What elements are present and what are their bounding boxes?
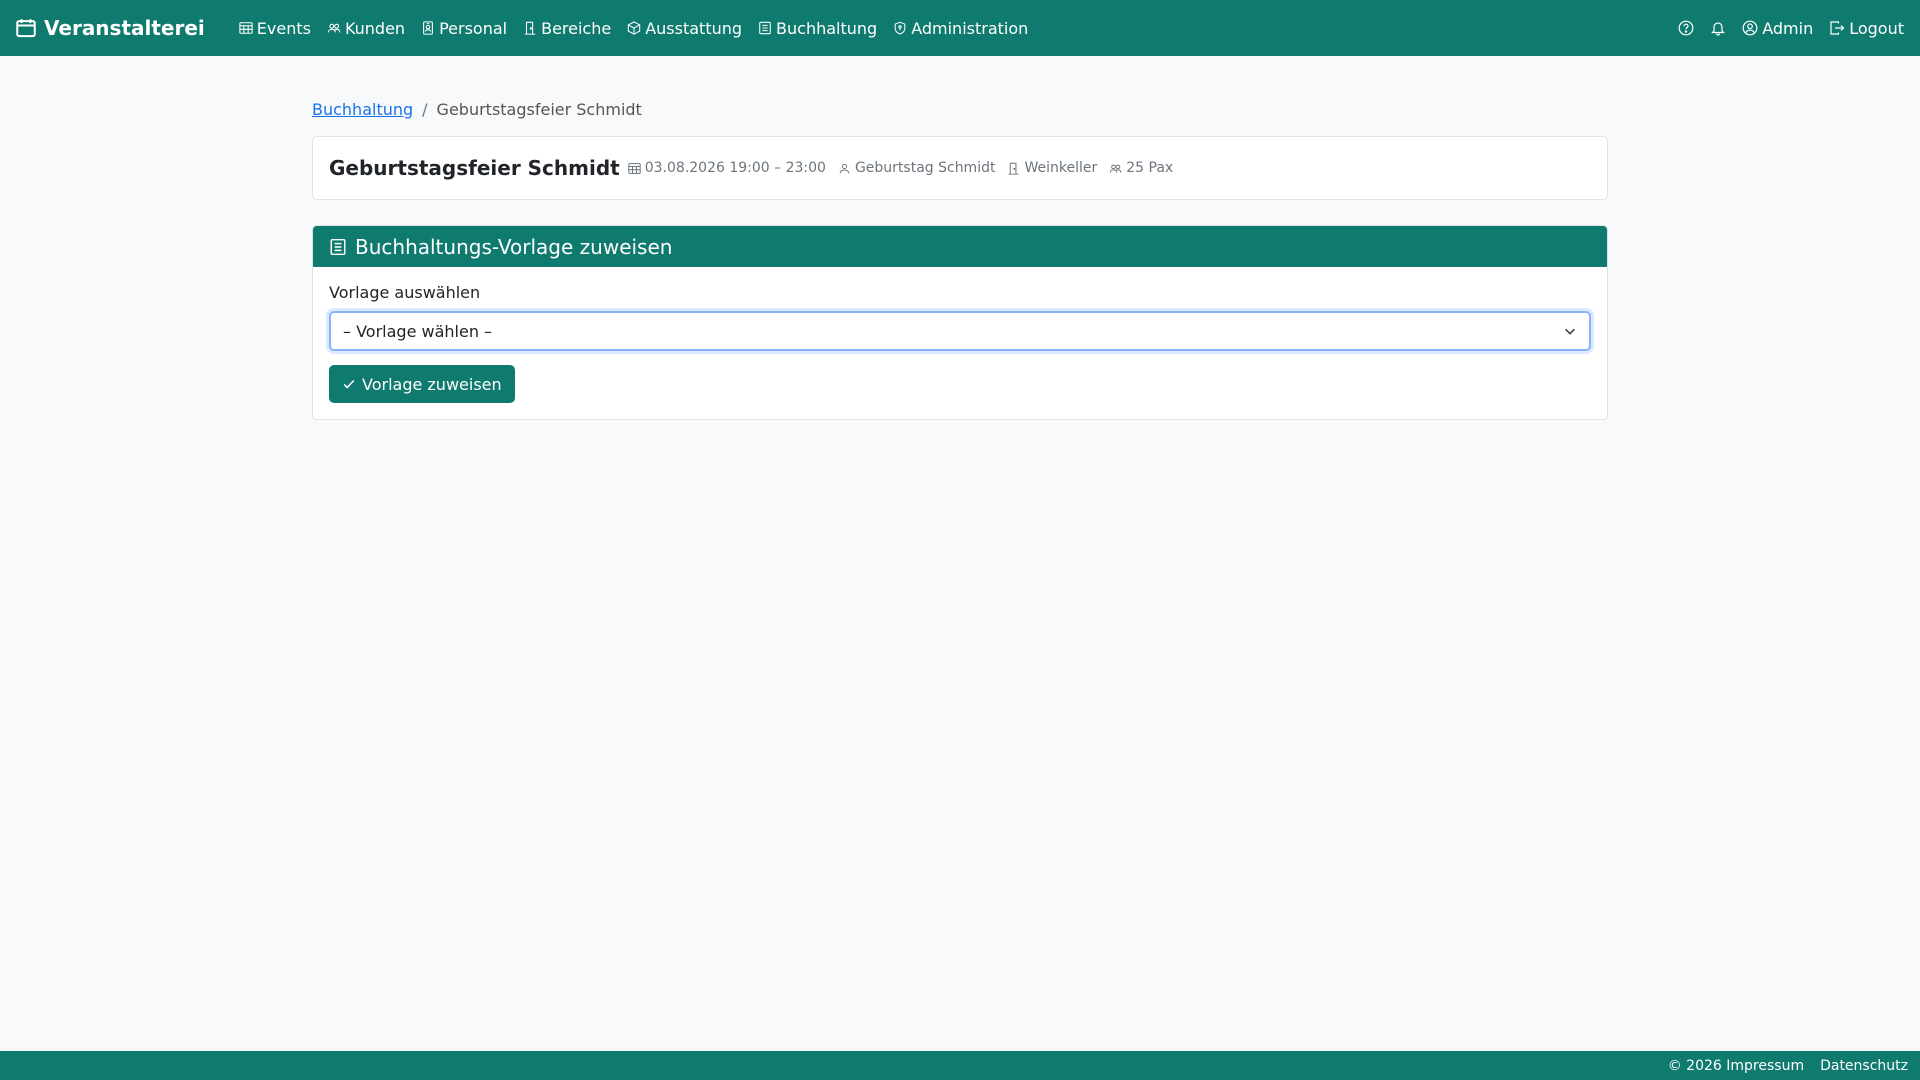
assign-template-button[interactable]: Vorlage zuweisen: [329, 365, 515, 403]
event-summary-card: Geburtstagsfeier Schmidt 03.08.2026 19:0…: [312, 136, 1608, 200]
shield-icon: [894, 21, 906, 35]
help-icon: [1678, 20, 1694, 36]
assign-template-body: Vorlage auswählen – Vorlage wählen – Vor…: [313, 267, 1607, 419]
brand-name: Veranstalterei: [44, 16, 205, 40]
user-nav: Admin Logout: [1678, 19, 1904, 38]
assign-template-button-label: Vorlage zuweisen: [362, 374, 502, 394]
calendar-table-icon: [239, 22, 253, 34]
event-datetime-text: 03.08.2026 19:00 – 23:00: [644, 160, 826, 176]
user-menu[interactable]: Admin: [1742, 19, 1813, 38]
assign-template-title: Buchhaltungs-Vorlage zuweisen: [355, 234, 673, 259]
assign-template-header: Buchhaltungs-Vorlage zuweisen: [313, 226, 1607, 267]
chevron-down-icon: [1565, 328, 1575, 335]
event-area-text: Weinkeller: [1024, 160, 1098, 176]
nav-label-buchhaltung: Buchhaltung: [776, 18, 878, 38]
nav-item-events[interactable]: Events: [239, 19, 311, 38]
calendar-icon: [16, 19, 36, 38]
person-icon: [839, 163, 850, 173]
ledger-icon: [330, 238, 346, 255]
main-content: Buchhaltung / Geburtstagsfeier Schmidt G…: [312, 94, 1608, 420]
nav-label-administration: Administration: [911, 18, 1029, 38]
calendar-table-icon: [628, 162, 641, 174]
top-navbar: Veranstalterei Events Kunden Personal Be…: [0, 0, 1920, 56]
nav-label-kunden: Kunden: [344, 18, 406, 38]
user-circle-icon: [1742, 20, 1758, 36]
help-button[interactable]: [1678, 20, 1694, 36]
footer-datenschutz-link[interactable]: Datenschutz: [1820, 1058, 1908, 1074]
nav-item-buchhaltung[interactable]: Buchhaltung: [758, 19, 877, 38]
event-customer: Geburtstag Schmidt: [838, 160, 996, 176]
logout-icon: [1830, 21, 1845, 35]
nav-item-personal[interactable]: Personal: [421, 19, 507, 38]
nav-label-bereiche: Bereiche: [541, 18, 612, 38]
event-datetime: 03.08.2026 19:00 – 23:00: [628, 160, 826, 176]
box-icon: [628, 21, 641, 35]
people-icon: [1109, 164, 1122, 173]
event-pax: 25 Pax: [1109, 160, 1173, 176]
check-icon: [343, 379, 355, 389]
breadcrumb-current: Geburtstagsfeier Schmidt: [436, 99, 642, 119]
door-icon: [1009, 162, 1019, 175]
nav-label-events: Events: [256, 18, 311, 38]
logout-link[interactable]: Logout: [1829, 19, 1904, 38]
event-area: Weinkeller: [1007, 160, 1097, 176]
people-icon: [327, 23, 341, 33]
breadcrumb-link-buchhaltung[interactable]: Buchhaltung: [312, 100, 413, 119]
breadcrumb: Buchhaltung / Geburtstagsfeier Schmidt: [312, 94, 1608, 124]
event-pax-text: 25 Pax: [1126, 160, 1174, 176]
door-icon: [524, 21, 536, 35]
nav-label-ausstattung: Ausstattung: [645, 18, 743, 38]
badge-icon: [423, 21, 433, 35]
logout-label: Logout: [1849, 18, 1904, 38]
notifications-button[interactable]: [1710, 20, 1726, 36]
footer: © 2026 Impressum Datenschutz: [0, 1051, 1920, 1080]
nav-item-kunden[interactable]: Kunden: [327, 19, 405, 38]
nav-item-bereiche[interactable]: Bereiche: [523, 19, 611, 38]
nav-item-ausstattung[interactable]: Ausstattung: [627, 19, 742, 38]
brand-link[interactable]: Veranstalterei: [16, 16, 205, 40]
footer-impressum-link[interactable]: © 2026 Impressum: [1668, 1058, 1804, 1074]
bell-icon: [1711, 22, 1726, 36]
template-select-label: Vorlage auswählen: [329, 283, 481, 302]
user-name: Admin: [1762, 18, 1814, 38]
template-select[interactable]: – Vorlage wählen –: [329, 311, 1591, 351]
assign-template-card: Buchhaltungs-Vorlage zuweisen Vorlage au…: [312, 225, 1608, 420]
ledger-icon: [759, 21, 771, 35]
main-nav: Events Kunden Personal Bereiche Ausstatt…: [239, 19, 1028, 38]
template-select-value: – Vorlage wählen –: [343, 321, 493, 341]
event-title: Geburtstagsfeier Schmidt: [329, 156, 620, 180]
nav-item-administration[interactable]: Administration: [893, 19, 1028, 38]
breadcrumb-separator: /: [422, 99, 428, 119]
event-customer-text: Geburtstag Schmidt: [854, 160, 996, 176]
nav-label-personal: Personal: [439, 18, 508, 38]
